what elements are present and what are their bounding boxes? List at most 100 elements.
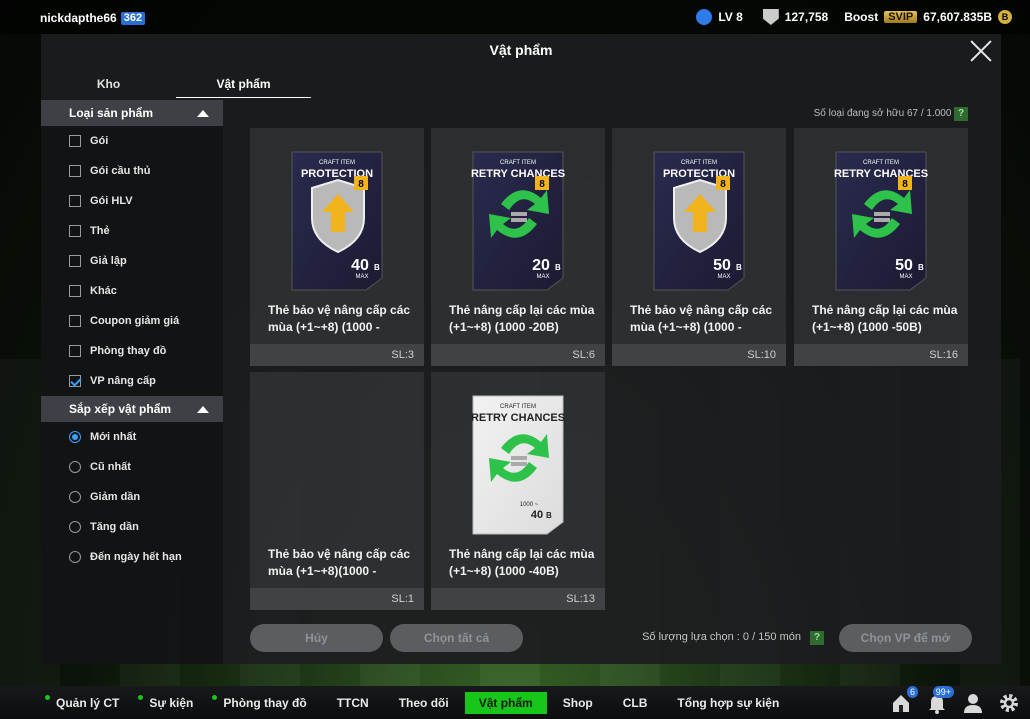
checkbox-icon[interactable] [69, 285, 81, 297]
product-type-header[interactable]: Loại sản phẩm [41, 100, 223, 126]
nav-item[interactable]: Theo dõi [385, 692, 463, 714]
currency-area: LV 8 127,758 Boost SVIP 67,607.835B B [696, 9, 1012, 25]
choose-vp-button[interactable]: Chọn VP để mở [839, 624, 972, 652]
radio-icon[interactable] [69, 551, 81, 563]
filter-item-label: Phòng thay đồ [90, 345, 167, 357]
checkbox-icon[interactable] [69, 195, 81, 207]
craft-unit: B [546, 511, 552, 520]
craft-kind: RETRY CHANCES [834, 168, 928, 180]
item-name-line2: (+1~+8) (1000 -40B) [449, 564, 559, 578]
nav-item[interactable]: Sự kiện [135, 692, 207, 714]
filter-item-label: VP nâng cấp [90, 375, 156, 387]
checkbox-icon[interactable] [69, 135, 81, 147]
user-icon[interactable] [962, 692, 984, 714]
radio-icon[interactable] [69, 431, 81, 443]
points-value: 127,758 [784, 10, 829, 24]
sort-option-label: Mới nhất [90, 431, 137, 443]
user-info: nickdapthe66 362 [40, 11, 146, 25]
filter-item-label: Khác [90, 285, 117, 297]
craft-max: MAX [536, 274, 549, 280]
nav-item[interactable]: TTCN [323, 692, 383, 714]
craft-value: 40 [351, 257, 369, 274]
tier-badge: 8 [539, 179, 545, 190]
item-card[interactable]: CRAFT ITEM PROTECTION 8 50 B MAX Thẻ bảo… [612, 128, 786, 366]
filter-item[interactable]: Coupon giảm giá [41, 306, 223, 336]
item-card[interactable]: CRAFT ITEM RETRY CHANCES 40 B 1000 ~ Thẻ… [431, 372, 605, 610]
face-icon [696, 9, 713, 25]
craft-card-art: CRAFT ITEM PROTECTION 8 40 B MAX [291, 151, 383, 291]
nav-item[interactable]: Tổng hợp sự kiện [663, 692, 793, 714]
bell-icon[interactable]: 99+ [926, 686, 954, 714]
filter-item-label: Thẻ [90, 225, 110, 237]
filter-item[interactable]: Gói [41, 126, 223, 156]
boost-label[interactable]: Boost [844, 10, 878, 24]
filter-item-label: Gói [90, 135, 109, 147]
new-dot [138, 694, 144, 700]
checkbox-icon[interactable] [69, 315, 81, 327]
checkbox-icon[interactable] [69, 345, 81, 357]
username: nickdapthe66 [40, 11, 117, 25]
checkbox-icon[interactable] [69, 255, 81, 267]
craft-unit: B [918, 263, 924, 272]
filter-item[interactable]: Giả lập [41, 246, 223, 276]
radio-icon[interactable] [69, 461, 81, 473]
select-all-button[interactable]: Chọn tất cả [390, 624, 523, 652]
sort-option[interactable]: Giảm dần [41, 482, 223, 512]
item-card[interactable]: CRAFT ITEM RETRY CHANCES 8 50 B MAX Thẻ … [794, 128, 968, 366]
owned-count: Số loại đang sở hữu 67 / 1.000 cái [813, 108, 967, 119]
filter-item[interactable]: Gói cầu thủ [41, 156, 223, 186]
craft-unit: B [374, 263, 380, 272]
craft-unit: B [555, 263, 561, 272]
checkbox-icon[interactable] [69, 165, 81, 177]
help-icon[interactable]: ? [954, 107, 968, 121]
checkbox-icon[interactable] [69, 225, 81, 237]
sort-option-label: Tăng dần [90, 521, 139, 533]
nav-item[interactable]: Shop [549, 692, 607, 714]
sort-option[interactable]: Mới nhất [41, 422, 223, 452]
svip-badge: SVIP [884, 11, 918, 23]
help-icon[interactable]: ? [810, 631, 824, 645]
sort-header[interactable]: Sắp xếp vật phẩm [41, 396, 223, 422]
gear-icon[interactable] [998, 692, 1020, 714]
nav-item[interactable]: Quản lý CT [42, 692, 133, 714]
item-quantity: SL:10 [612, 344, 786, 366]
filter-item[interactable]: Phòng thay đồ [41, 336, 223, 366]
craft-max: MAX [355, 274, 368, 280]
collapse-icon[interactable] [197, 405, 209, 413]
filter-item[interactable]: Thẻ [41, 216, 223, 246]
items-dialog: Vật phẩm Kho Vật phẩm Loại sản phẩm Gói … [41, 34, 1001, 664]
filter-item[interactable]: VP nâng cấp [41, 366, 223, 396]
home-icon[interactable]: 6 [890, 686, 918, 714]
filter-item[interactable]: Khác [41, 276, 223, 306]
item-name: Thẻ bảo vệ nâng cấp các mùa (+1~+8) (100… [268, 302, 418, 336]
tier-badge: 8 [358, 179, 364, 190]
filter-item-label: Gói HLV [90, 195, 133, 207]
nav-item[interactable]: Phòng thay đồ [209, 692, 320, 714]
sort-option[interactable]: Cũ nhất [41, 452, 223, 482]
close-icon[interactable] [969, 39, 993, 63]
collapse-icon[interactable] [197, 109, 209, 117]
item-card[interactable]: CRAFT ITEM PROTECTION 8 40 B MAX Thẻ bảo… [250, 128, 424, 366]
nav-item[interactable]: Vật phẩm [464, 691, 547, 714]
sort-option[interactable]: Đến ngày hết hạn [41, 542, 223, 572]
craft-max: MAX [717, 274, 730, 280]
filter-item-label: Giả lập [90, 255, 127, 267]
cancel-button[interactable]: Hủy [250, 624, 383, 652]
item-card[interactable]: Thẻ bảo vệ nâng cấp các mùa (+1~+8)(1000… [250, 372, 424, 610]
radio-icon[interactable] [69, 491, 81, 503]
nav-item-label: Phòng thay đồ [223, 695, 307, 710]
notifications-badge: 99+ [932, 686, 954, 698]
checkbox-icon[interactable] [69, 375, 81, 387]
sort-option[interactable]: Tăng dần [41, 512, 223, 542]
craft-label: CRAFT ITEM [500, 160, 536, 166]
filter-item[interactable]: Gói HLV [41, 186, 223, 216]
item-card[interactable]: CRAFT ITEM RETRY CHANCES 8 20 B MAX Thẻ … [431, 128, 605, 366]
tab-storage[interactable]: Kho [41, 72, 176, 98]
radio-icon[interactable] [69, 521, 81, 533]
item-name-line2: (+1~+8) (1000 -20B) [449, 320, 559, 334]
nav-item-label: TTCN [336, 695, 369, 710]
tab-items[interactable]: Vật phẩm [176, 72, 311, 98]
selection-count: Số lượng lựa chọn : 0 / 150 món [642, 631, 801, 643]
nav-item[interactable]: CLB [609, 692, 662, 714]
craft-card-art: CRAFT ITEM RETRY CHANCES 8 50 B MAX [834, 151, 928, 291]
